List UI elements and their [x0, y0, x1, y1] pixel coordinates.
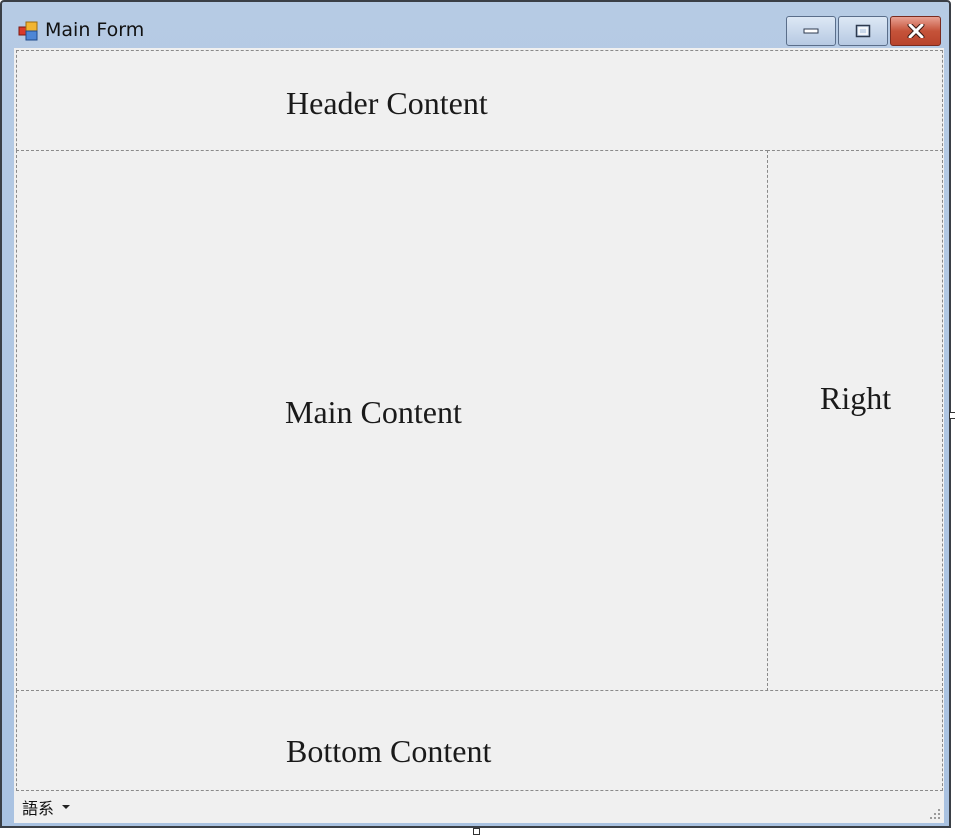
title-bar[interactable]: Main Form [2, 2, 949, 48]
close-button[interactable] [890, 16, 941, 46]
resize-grip-icon[interactable] [929, 808, 941, 820]
language-dropdown-label: 語系 [22, 799, 55, 818]
main-form-window: Main Form Header Content Main Content Ri… [0, 0, 951, 828]
minimize-button[interactable] [786, 16, 836, 46]
form-client-area: Header Content Main Content Right Bottom… [14, 48, 944, 823]
header-panel-label: Header Content [286, 85, 488, 121]
main-panel: Main Content [16, 150, 768, 691]
maximize-button[interactable] [838, 16, 888, 46]
language-dropdown[interactable]: 語系 [22, 797, 71, 818]
main-panel-label: Main Content [285, 394, 462, 430]
maximize-icon [855, 24, 871, 38]
right-panel-label: Right [820, 380, 892, 416]
header-panel: Header Content [16, 50, 943, 151]
minimize-icon [803, 28, 819, 34]
window-title: Main Form [45, 19, 145, 41]
designer-resize-handle-right[interactable] [949, 412, 955, 419]
bottom-panel-label: Bottom Content [286, 733, 492, 769]
right-panel: Right [767, 150, 943, 691]
bottom-panel: Bottom Content [16, 690, 943, 791]
app-window-icon [18, 21, 40, 41]
status-strip: 語系 [16, 791, 943, 822]
close-icon [907, 24, 924, 38]
chevron-down-icon [62, 805, 71, 809]
